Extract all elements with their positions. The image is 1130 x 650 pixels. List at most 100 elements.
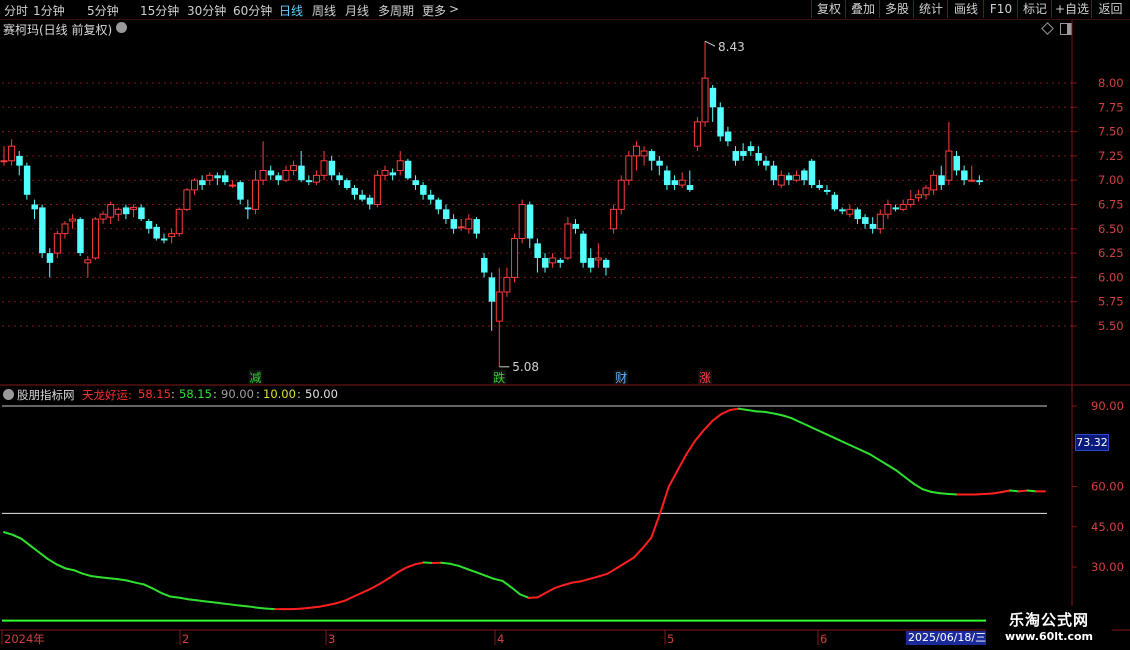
- indicator-line-segment: [527, 596, 539, 599]
- candle-body-up: [922, 187, 930, 196]
- indicator-value-4: 10.00: [263, 387, 296, 401]
- candle-body-up: [381, 169, 389, 176]
- chart-canvas[interactable]: 8.43 5.08 减 跌 财 涨 8.00 7.75 7.50 7.25 7.00 6.75 6.5…: [0, 0, 1130, 650]
- indicator-source: 股朋指标网: [17, 388, 75, 402]
- indicator-line-segment: [974, 493, 985, 496]
- indicator-line-segment: [589, 575, 600, 580]
- candle-body-down: [244, 207, 252, 210]
- candle-body-down: [39, 207, 46, 254]
- candle-body-up: [259, 169, 267, 181]
- candle-body-up: [91, 218, 99, 259]
- indicator-line-segment: [615, 561, 627, 570]
- indicator-line-segment: [186, 598, 198, 602]
- candle-body-down: [23, 165, 31, 195]
- indicator-sep: :: [256, 387, 260, 401]
- candle-body-down: [298, 165, 305, 181]
- indicator-line-segment: [405, 563, 417, 569]
- indicator-line-segment: [309, 605, 320, 609]
- indicator-line-segment: [466, 568, 478, 574]
- candle-body-down: [420, 185, 427, 195]
- candle-body-down: [161, 238, 168, 241]
- indicator-line-segment: [422, 561, 434, 564]
- candle-body-down: [46, 253, 54, 263]
- indicator-line-segment: [440, 561, 452, 565]
- candle-body-down: [153, 226, 160, 239]
- indicator-line-segment: [982, 492, 994, 496]
- chevron-down-icon[interactable]: [3, 389, 14, 400]
- candle-body-down: [389, 172, 397, 176]
- indicator-line-segment: [204, 600, 215, 604]
- candle-body-down: [663, 170, 671, 186]
- candle-body-up: [290, 165, 298, 171]
- indicator-line-segment: [877, 458, 889, 467]
- indicator-line-segment: [20, 537, 32, 547]
- watermark: 乐淘公式网 www.60lt.com: [986, 606, 1112, 646]
- candle-body-up: [899, 204, 907, 210]
- candle-body-up: [632, 145, 640, 157]
- candle-body-down: [808, 160, 816, 186]
- indicator-line-segment: [501, 579, 513, 589]
- indicator-sep: :: [213, 387, 217, 401]
- indicator-name: 天龙好运:: [82, 388, 132, 402]
- candle-body-down: [275, 175, 282, 181]
- indicator-line-segment: [291, 607, 303, 611]
- indicator-line-segment: [921, 488, 933, 493]
- price-tick-label: 7.25: [1098, 149, 1124, 163]
- candle-body-down: [328, 160, 336, 176]
- price-tick-label: 7.50: [1098, 125, 1124, 139]
- candle-body-up: [168, 233, 176, 238]
- candle-body-down: [542, 257, 549, 268]
- candle-body-down: [709, 87, 717, 108]
- indicator-sep: :: [297, 387, 301, 401]
- indicator-line-segment: [134, 581, 145, 586]
- candle-body-down: [145, 221, 153, 229]
- candle-body-up: [175, 208, 183, 235]
- candle-body-up: [84, 259, 92, 264]
- candle-body-down: [481, 257, 488, 273]
- indicator-line-segment: [475, 571, 487, 577]
- candle-body-down: [442, 209, 450, 220]
- candle-body-down: [199, 180, 206, 186]
- candle-body-down: [740, 151, 747, 156]
- indicator-line-segment: [624, 556, 635, 564]
- candle-body-up: [465, 218, 473, 230]
- indicator-line-segment: [212, 601, 224, 605]
- candle-body-up: [457, 226, 465, 229]
- candle-body-up: [114, 208, 122, 215]
- candle-body-up: [183, 189, 191, 210]
- indicator-line-segment: [641, 536, 653, 550]
- indicator-line-segment: [562, 581, 574, 586]
- candle-body-up: [503, 276, 511, 293]
- indicator-line-segment: [142, 583, 154, 590]
- indicator-line-segment: [457, 564, 469, 571]
- candle-body-down: [366, 197, 374, 205]
- candle-body-down: [869, 223, 877, 229]
- candle-body-up: [8, 145, 16, 162]
- date-tick-label: 3: [328, 632, 335, 646]
- candle-body-up: [907, 199, 915, 205]
- indicator-line-segment: [904, 476, 915, 485]
- indicator-line-segment: [580, 577, 592, 583]
- candle-body-down: [404, 160, 412, 179]
- price-tick-label: 7.00: [1098, 173, 1124, 187]
- indicator-line-segment: [519, 593, 530, 599]
- indicator-line-segment: [326, 602, 338, 607]
- indicator-line-segment: [659, 485, 670, 515]
- candle-body-down: [435, 199, 442, 210]
- candle-body-down: [816, 185, 823, 188]
- candle-body-down: [671, 180, 679, 186]
- indicator-value-3: 90.00: [221, 387, 254, 401]
- candle-body-up: [99, 213, 107, 220]
- candle-body-down: [648, 151, 656, 161]
- candle-body-down: [892, 207, 900, 210]
- indicator-line-segment: [895, 469, 907, 479]
- candle-body-up: [251, 179, 259, 210]
- indicator-line-segment: [361, 587, 373, 594]
- indicator-line-segment: [851, 445, 863, 452]
- indicator-line-segment: [151, 587, 163, 595]
- indicator-line-segment: [1026, 489, 1038, 493]
- indicator-line-segment: [169, 595, 180, 599]
- indicator-line-segment: [790, 417, 802, 424]
- indicator-line-segment: [799, 421, 810, 428]
- indicator-line-segment: [825, 433, 837, 440]
